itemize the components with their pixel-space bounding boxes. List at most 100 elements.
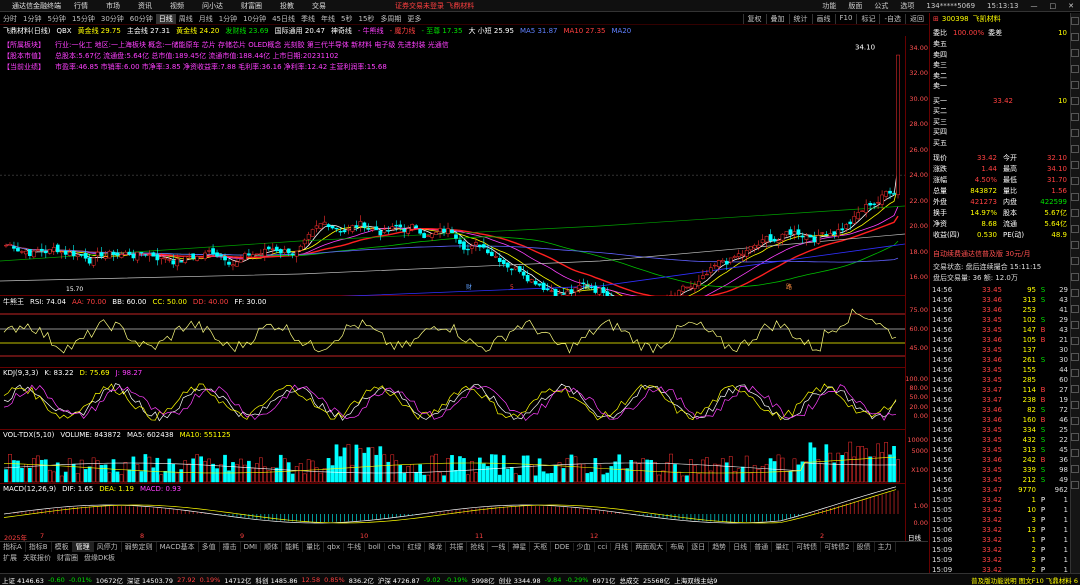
toolbar-icon[interactable] [1071, 417, 1079, 425]
main-chart-section[interactable]: 【所属板块】 行业:一化工 地区:一上海板块 概念:一储能原车 芯片 存储芯片 O… [0, 36, 905, 296]
menu-right-item[interactable]: 选项 [894, 1, 920, 11]
toolbar-icon[interactable] [1071, 17, 1079, 25]
secondary-tab[interactable]: 盘缘DK板 [81, 553, 118, 563]
macd-section[interactable]: MACD(12,26,9) DIF: 1.65 DEA: 1.19 MACD: 0.9… [0, 484, 905, 532]
macd-chart[interactable] [0, 484, 905, 532]
kdj-section[interactable]: KDJ(9,3,3) K: 83.22 D: 75.69 J: 98.27 [0, 368, 905, 430]
indicator-tab[interactable]: 普通 [751, 542, 773, 552]
status-right[interactable]: 普及版功能说明 图文F10 飞鼎材料 6 [969, 575, 1080, 585]
minimize-icon[interactable]: — [1025, 2, 1044, 10]
toolbar-icon[interactable] [1071, 289, 1079, 297]
toolbar-button[interactable]: 画线 [811, 13, 835, 24]
period-tab[interactable]: 10分钟 [240, 14, 269, 24]
toolbar-icon[interactable] [1071, 337, 1079, 345]
indicator-tab[interactable]: MACD基本 [157, 542, 199, 552]
kdj-chart[interactable] [0, 368, 905, 430]
period-tab[interactable]: 年线 [318, 14, 338, 24]
toolbar-icon[interactable] [1071, 481, 1079, 489]
toolbar-button[interactable]: -自选 [879, 13, 905, 24]
toolbar-icon[interactable] [1071, 161, 1079, 169]
indicator-tab[interactable]: 主力 [875, 542, 896, 552]
toolbar-icon[interactable] [1071, 401, 1079, 409]
menu-right-item[interactable]: 版面 [842, 1, 868, 11]
period-tab[interactable]: 5秒 [338, 14, 355, 24]
period-tab[interactable]: 日线 [155, 13, 176, 24]
indicator-tab[interactable]: 神星 [509, 542, 531, 552]
period-tab[interactable]: 分时 [0, 14, 20, 24]
indicator-tab[interactable]: 共振 [446, 542, 468, 552]
toolbar-icon[interactable] [1071, 449, 1079, 457]
indicator-tab[interactable]: 月线 [611, 542, 633, 552]
toolbar-icon[interactable] [1071, 465, 1079, 473]
toolbar-icon[interactable] [1071, 385, 1079, 393]
indicator-tab[interactable]: 指标B [26, 542, 52, 552]
indicator-tab[interactable]: 一线 [488, 542, 510, 552]
indicator-tab[interactable]: 天枢 [530, 542, 552, 552]
period-tab[interactable]: 周线 [176, 14, 196, 24]
period-tab[interactable]: 30分钟 [98, 14, 127, 24]
volume-chart[interactable] [0, 430, 905, 484]
indicator-tab[interactable]: 红绿 [404, 542, 426, 552]
period-tab[interactable]: 5分钟 [44, 14, 68, 24]
toolbar-icon[interactable] [1071, 177, 1079, 185]
toolbar-icon[interactable] [1071, 145, 1079, 153]
toolbar-button[interactable]: 标记 [856, 13, 879, 24]
indicator-tab[interactable]: 牛线 [344, 542, 366, 552]
indicator-tab[interactable]: 多值 [199, 542, 220, 552]
indicator-tab[interactable]: DDE [551, 543, 574, 551]
promo-text[interactable]: 自动续费通达信普及版 30元/月 [933, 249, 1067, 259]
indicator-tab[interactable]: DMI [241, 543, 262, 551]
toolbar-icon[interactable] [1071, 33, 1079, 41]
rsi-section[interactable]: 牛熊王 RSI: 74.04 AA: 70.00 BB: 60.00 CC: 50.00… [0, 296, 905, 368]
toolbar-icon[interactable] [1071, 81, 1079, 89]
period-tab[interactable]: 1分钟 [20, 14, 44, 24]
toolbar-icon[interactable] [1071, 225, 1079, 233]
period-tab[interactable]: 月线 [196, 14, 216, 24]
plus-icon[interactable]: ⊞ [933, 15, 939, 23]
indicator-tab[interactable]: boll [365, 543, 385, 551]
indicator-tab[interactable]: 少血 [574, 542, 595, 552]
indicator-tab[interactable]: 趋势 [709, 542, 731, 552]
indicator-tab[interactable]: qbx [324, 543, 345, 551]
period-tab[interactable]: 15秒 [355, 14, 377, 24]
toolbar-icon[interactable] [1071, 257, 1079, 265]
indicator-tab[interactable]: 降龙 [425, 542, 447, 552]
toolbar-icon[interactable] [1071, 241, 1079, 249]
indicator-tab[interactable]: 量比 [303, 542, 325, 552]
toolbar-icon[interactable] [1071, 49, 1079, 57]
maximize-icon[interactable]: □ [1044, 2, 1063, 10]
indicator-tab[interactable]: cha [385, 543, 405, 551]
period-tab[interactable]: 季线 [298, 14, 318, 24]
close-icon[interactable]: ✕ [1062, 2, 1080, 10]
toolbar-icon[interactable] [1071, 273, 1079, 281]
toolbar-icon[interactable] [1071, 97, 1079, 105]
volume-section[interactable]: VOL-TDX(5,10) VOLUME: 843872 MA5: 602438 MA… [0, 430, 905, 484]
period-tab[interactable]: 45日线 [269, 14, 298, 24]
indicator-tab[interactable]: 弱势定则 [122, 542, 157, 552]
menu-item[interactable]: 问小达 [193, 1, 232, 11]
toolbar-button[interactable]: F10 [834, 13, 857, 24]
toolbar-button[interactable]: 叠加 [765, 13, 789, 24]
period-tab[interactable]: 多周期 [377, 14, 404, 24]
indicator-tab[interactable]: cci [595, 543, 612, 551]
right-toolbar[interactable] [1070, 13, 1080, 573]
toolbar-icon[interactable] [1071, 433, 1079, 441]
menu-item[interactable]: 资讯 [129, 1, 161, 11]
period-tab[interactable]: 1分钟 [216, 14, 240, 24]
indicator-tab[interactable]: 可转债2 [821, 542, 854, 552]
indicator-tab[interactable]: 布局 [667, 542, 689, 552]
toolbar-icon[interactable] [1071, 209, 1079, 217]
toolbar-button[interactable]: 统计 [788, 13, 812, 24]
indicator-tab[interactable]: 管理 [72, 542, 94, 552]
menu-right-item[interactable]: 功能 [816, 1, 842, 11]
indicator-tab[interactable]: 可转债 [793, 542, 822, 552]
indicator-tab[interactable]: 量红 [772, 542, 794, 552]
period-tab[interactable]: 15分钟 [69, 14, 98, 24]
indicator-tab[interactable]: 两面观大 [632, 542, 668, 552]
secondary-tab[interactable]: 财富圈 [54, 553, 81, 563]
toolbar-button[interactable]: 复权 [742, 13, 766, 24]
indicator-tab[interactable]: 撞击 [220, 542, 241, 552]
indicator-tab[interactable]: 日线 [730, 542, 752, 552]
secondary-tab[interactable]: 关联报价 [20, 553, 54, 563]
indicator-tab[interactable]: 指标A [0, 542, 26, 552]
